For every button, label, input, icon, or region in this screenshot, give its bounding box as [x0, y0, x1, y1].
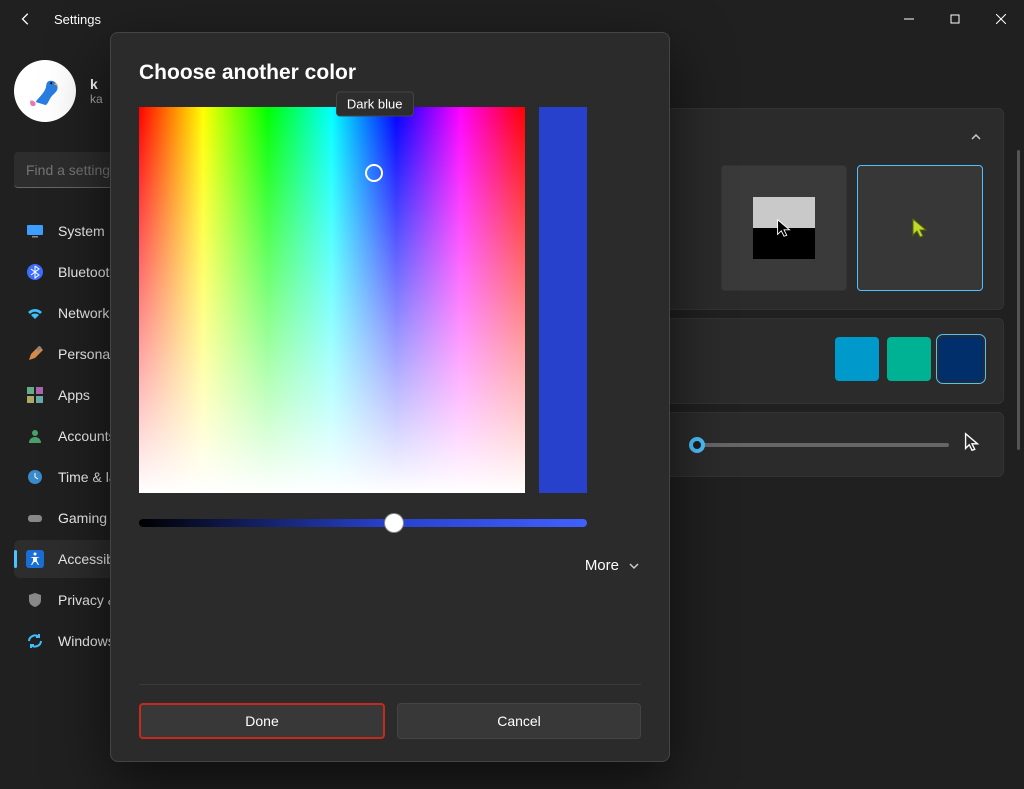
dialog-title: Choose another color	[139, 61, 641, 85]
accessibility-icon	[26, 550, 44, 568]
sidebar-item-label: Apps	[58, 387, 90, 403]
sidebar-item-label: System	[58, 223, 105, 239]
value-slider[interactable]	[539, 107, 587, 493]
color-tooltip: Dark blue	[336, 92, 414, 117]
user-name: k	[90, 76, 103, 92]
inverted-preview	[753, 197, 815, 259]
bluetooth-icon	[26, 263, 44, 281]
slider-thumb[interactable]	[689, 437, 705, 453]
minimize-button[interactable]	[886, 0, 932, 38]
pointer-style-inverted[interactable]	[721, 165, 847, 291]
update-icon	[26, 632, 44, 650]
cancel-button[interactable]: Cancel	[397, 703, 641, 739]
cursor-icon	[908, 216, 932, 240]
app-title: Settings	[54, 12, 101, 27]
sidebar-item-label: Accounts	[58, 428, 116, 444]
color-swatch[interactable]	[887, 337, 931, 381]
monitor-icon	[26, 222, 44, 240]
back-button[interactable]	[8, 4, 44, 34]
person-icon	[26, 427, 44, 445]
apps-icon	[26, 386, 44, 404]
maximize-button[interactable]	[932, 0, 978, 38]
more-label: More	[585, 557, 619, 574]
size-slider[interactable]	[689, 443, 949, 447]
shield-icon	[26, 591, 44, 609]
scrollbar[interactable]	[1017, 150, 1020, 450]
color-picker-dialog: Choose another color Dark blue More Done…	[110, 32, 670, 762]
cursor-large-icon	[961, 431, 983, 458]
close-button[interactable]	[978, 0, 1024, 38]
chevron-down-icon	[627, 559, 641, 573]
hue-slider[interactable]	[139, 519, 587, 527]
gamepad-icon	[26, 509, 44, 527]
hue-thumb[interactable]	[385, 514, 403, 532]
brush-icon	[26, 345, 44, 363]
sidebar-item-label: Gaming	[58, 510, 107, 526]
window-controls	[886, 0, 1024, 38]
saturation-field[interactable]: Dark blue	[139, 107, 525, 493]
chevron-up-icon	[969, 130, 983, 144]
saturation-handle[interactable]	[365, 164, 383, 182]
done-button[interactable]: Done	[139, 703, 385, 739]
avatar	[14, 60, 76, 122]
user-email: ka	[90, 92, 103, 106]
more-toggle[interactable]: More	[139, 557, 641, 574]
clock-icon	[26, 468, 44, 486]
color-swatch[interactable]	[835, 337, 879, 381]
wifi-icon	[26, 304, 44, 322]
color-swatch[interactable]	[939, 337, 983, 381]
pointer-style-custom[interactable]	[857, 165, 983, 291]
